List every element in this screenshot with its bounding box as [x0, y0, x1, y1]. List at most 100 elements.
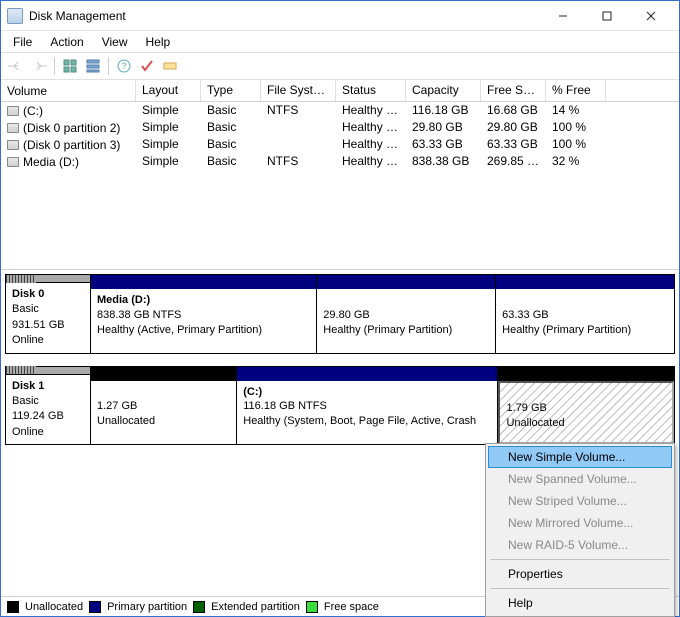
disk-1-label[interactable]: Disk 1 Basic 119.24 GB Online: [6, 367, 91, 445]
volume-row[interactable]: (Disk 0 partition 2)SimpleBasicHealthy (…: [1, 119, 679, 136]
col-filesystem[interactable]: File System: [261, 80, 336, 101]
volume-type: Basic: [201, 119, 261, 136]
nav-fwd-button[interactable]: [28, 55, 50, 77]
col-capacity[interactable]: Capacity: [406, 80, 481, 101]
volume-row[interactable]: (C:)SimpleBasicNTFSHealthy (S...116.18 G…: [1, 102, 679, 119]
menu-new-spanned-volume[interactable]: New Spanned Volume...: [488, 468, 672, 490]
disk-0-partitions: Media (D:) 838.38 GB NTFS Healthy (Activ…: [91, 275, 674, 353]
partition[interactable]: Media (D:) 838.38 GB NTFS Healthy (Activ…: [91, 275, 317, 353]
partition[interactable]: 63.33 GB Healthy (Primary Partition): [496, 275, 674, 353]
partition-status: Healthy (Primary Partition): [323, 324, 452, 336]
ext-icon[interactable]: [159, 55, 181, 77]
disk-0-label[interactable]: Disk 0 Basic 931.51 GB Online: [6, 275, 91, 353]
disk-0-size: 931.51 GB: [12, 319, 65, 331]
disk-0-status: Online: [12, 334, 44, 346]
menu-help[interactable]: Help: [488, 592, 672, 614]
volume-type: Basic: [201, 102, 261, 119]
volume-row[interactable]: Media (D:)SimpleBasicNTFSHealthy (A...83…: [1, 153, 679, 170]
menu-separator: [490, 588, 670, 589]
partition-status: Unallocated: [97, 415, 155, 427]
toolbar-separator: [108, 57, 109, 75]
menu-separator: [490, 559, 670, 560]
toolbar-separator: [54, 57, 55, 75]
partition-size: 1.27 GB: [97, 400, 137, 412]
volume-status: Healthy (A...: [336, 153, 406, 170]
disk-1-name: Disk 1: [12, 380, 44, 392]
partition-color: [496, 275, 674, 289]
disk-1-size: 119.24 GB: [12, 410, 64, 422]
properties-button[interactable]: [82, 55, 104, 77]
partition-color: [317, 275, 495, 289]
volume-name: (C:): [23, 104, 43, 118]
menu-view[interactable]: View: [94, 33, 136, 51]
nav-back-button[interactable]: [5, 55, 27, 77]
partition-unallocated[interactable]: 1.27 GB Unallocated: [91, 367, 237, 445]
disk-1[interactable]: Disk 1 Basic 119.24 GB Online 1.27 GB Un…: [5, 366, 675, 446]
col-type[interactable]: Type: [201, 80, 261, 101]
volume-type: Basic: [201, 153, 261, 170]
legend-swatch-free: [306, 601, 318, 613]
volume-layout: Simple: [136, 136, 201, 153]
volume-row[interactable]: (Disk 0 partition 3)SimpleBasicHealthy (…: [1, 136, 679, 153]
menu-new-simple-volume[interactable]: New Simple Volume...: [488, 446, 672, 468]
partition-size: 838.38 GB NTFS: [97, 309, 181, 321]
disk-1-partitions: 1.27 GB Unallocated (C:) 116.18 GB NTFS …: [91, 367, 674, 445]
context-menu: New Simple Volume... New Spanned Volume.…: [485, 443, 675, 617]
volume-fs: [261, 119, 336, 136]
volume-pct: 100 %: [546, 119, 606, 136]
partition-color: [91, 367, 236, 381]
partition-unallocated-selected[interactable]: 1.79 GB Unallocated: [498, 367, 674, 445]
volume-capacity: 63.33 GB: [406, 136, 481, 153]
col-freespace[interactable]: Free Spa...: [481, 80, 546, 101]
menu-help[interactable]: Help: [138, 33, 179, 51]
volume-rows: (C:)SimpleBasicNTFSHealthy (S...116.18 G…: [1, 102, 679, 170]
volume-icon: [7, 140, 19, 150]
disk-0-type: Basic: [12, 303, 39, 315]
volume-name: (Disk 0 partition 2): [23, 121, 120, 135]
col-pctfree[interactable]: % Free: [546, 80, 606, 101]
disk-glyph: [6, 275, 90, 283]
volume-list[interactable]: Volume Layout Type File System Status Ca…: [1, 80, 679, 270]
check-icon[interactable]: [136, 55, 158, 77]
volume-fs: NTFS: [261, 153, 336, 170]
disk-glyph: [6, 367, 90, 375]
volume-capacity: 838.38 GB: [406, 153, 481, 170]
disk-0-name: Disk 0: [12, 288, 44, 300]
menu-file[interactable]: File: [5, 33, 40, 51]
partition-status: Healthy (Active, Primary Partition): [97, 324, 262, 336]
partition-color: [237, 367, 497, 381]
help-button[interactable]: ?: [113, 55, 135, 77]
volume-capacity: 29.80 GB: [406, 119, 481, 136]
partition[interactable]: 29.80 GB Healthy (Primary Partition): [317, 275, 496, 353]
legend-label: Primary partition: [107, 601, 187, 613]
menu-properties[interactable]: Properties: [488, 563, 672, 585]
menu-new-striped-volume[interactable]: New Striped Volume...: [488, 490, 672, 512]
menu-new-mirrored-volume[interactable]: New Mirrored Volume...: [488, 512, 672, 534]
refresh-button[interactable]: [59, 55, 81, 77]
volume-pct: 100 %: [546, 136, 606, 153]
volume-header[interactable]: Volume Layout Type File System Status Ca…: [1, 80, 679, 102]
col-layout[interactable]: Layout: [136, 80, 201, 101]
partition-size: 29.80 GB: [323, 309, 369, 321]
volume-free: 16.68 GB: [481, 102, 546, 119]
menu-new-raid5-volume[interactable]: New RAID-5 Volume...: [488, 534, 672, 556]
maximize-button[interactable]: [585, 1, 629, 31]
volume-pct: 32 %: [546, 153, 606, 170]
volume-status: Healthy (P...: [336, 119, 406, 136]
partition-status: Unallocated: [506, 417, 564, 429]
disk-0[interactable]: Disk 0 Basic 931.51 GB Online Media (D:)…: [5, 274, 675, 354]
window-title: Disk Management: [29, 9, 541, 23]
close-button[interactable]: [629, 1, 673, 31]
col-status[interactable]: Status: [336, 80, 406, 101]
menu-action[interactable]: Action: [42, 33, 91, 51]
disk-1-type: Basic: [12, 395, 39, 407]
app-icon: [7, 8, 23, 24]
partition[interactable]: (C:) 116.18 GB NTFS Healthy (System, Boo…: [237, 367, 498, 445]
col-volume[interactable]: Volume: [1, 80, 136, 101]
volume-layout: Simple: [136, 153, 201, 170]
minimize-button[interactable]: [541, 1, 585, 31]
legend-label: Free space: [324, 601, 379, 613]
volume-fs: [261, 136, 336, 153]
volume-icon: [7, 157, 19, 167]
partition-title: Media (D:): [97, 294, 150, 306]
